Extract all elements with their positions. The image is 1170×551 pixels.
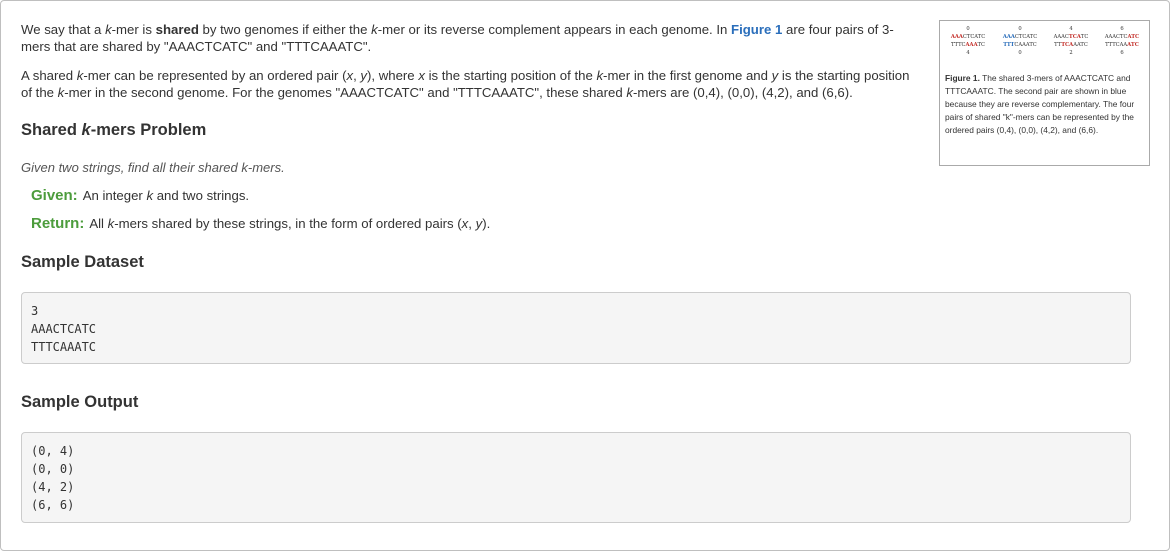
text: -mers Problem [90,121,207,139]
problem-panel: We say that a k-mer is shared by two gen… [0,0,1170,551]
seq-part: AAACTC [1104,34,1128,40]
text: by two genomes if either the [198,22,372,37]
bottom-sequence: TTTCAAATC [1047,41,1095,49]
code-line: (0, 4) [31,444,75,458]
seq-part: TTTCAA [1105,42,1128,48]
position-label: 0 [966,26,970,32]
return-line: Return: All k-mers shared by these string… [31,215,490,232]
kmer-pair-2: 0 AAACTCATC TTTCAAATC 0 [996,25,1044,57]
intro-paragraph-1: We say that a k-mer is shared by two gen… [21,21,921,55]
var-k: k [626,85,633,100]
top-sequence: AAACTCATC [1047,33,1095,41]
caption-label: Figure 1. [945,73,980,83]
seq-highlight: AAA [1002,34,1015,40]
kmer-pair-3: 4 AAACTCATC TTTCAAATC 2 [1047,25,1095,57]
problem-statement: Given two strings, find all their shared… [21,160,285,175]
text: Shared [21,121,82,139]
given-label: Given: [31,187,78,204]
text: -mer in the second genome. For the genom… [64,85,627,100]
seq-part: TC [977,42,986,48]
seq-highlight: ATC [1127,34,1140,40]
var-k: k [371,22,378,37]
position-label: 4 [966,50,970,56]
return-label: Return: [31,215,85,232]
bottom-sequence: TTTCAAATC [944,41,992,49]
sample-output-box[interactable]: (0, 4) (0, 0) (4, 2) (6, 6) [21,432,1131,523]
text: -mer can be represented by an ordered pa… [83,68,347,83]
seq-part: CAAATC [1014,42,1037,48]
seq-highlight: ATC [1127,42,1139,48]
seq-part: CTCATC [1014,34,1038,40]
kmer-pair-4: 6 AAACTCATC TTTCAAATC 6 [1098,25,1146,57]
code-line: (4, 2) [31,480,75,494]
text: -mer or its reverse complement appears i… [377,22,732,37]
position-label: 6 [1120,26,1124,32]
text: -mer in the first genome and [603,68,772,83]
position-label: 0 [1018,26,1022,32]
seq-part: TTTC [950,42,966,48]
seq-highlight: TTT [1003,42,1015,48]
text: All [89,216,108,231]
text: , [468,216,476,231]
seq-highlight: AAA [965,42,978,48]
text: is the starting position of the [424,68,597,83]
sample-output-title: Sample Output [21,393,139,411]
code-line: TTTCAAATC [31,340,97,354]
top-sequence: AAACTCATC [1098,33,1146,41]
intro-paragraph-2: A shared k -mer can be represented by an … [21,67,921,101]
position-label: 2 [1069,50,1073,56]
top-sequence: AAACTCATC [996,33,1044,41]
text: An integer [82,188,147,203]
text: and two strings. [153,188,250,203]
seq-part: TC [1080,34,1089,40]
seq-part: AAAC [1053,34,1069,40]
var-k: k [105,22,112,37]
text: A shared [21,68,77,83]
text: ), where [367,68,419,83]
code-line: (0, 0) [31,462,75,476]
code-line: 3 [31,304,39,318]
bottom-sequence: TTTCAAATC [1098,41,1146,49]
seq-part: AATC [1073,42,1088,48]
position-label: 0 [1018,50,1022,56]
text: ). [482,216,491,231]
seq-highlight: AAA [950,34,963,40]
position-label: 6 [1120,50,1124,56]
code-line: AAACTCATC [31,322,97,336]
figure-1: 0 AAACTCATC TTTCAAATC 4 0 AAACTCATC TTTC… [939,20,1150,166]
text: -mers are (0,4), (0,0), (4,2), and (6,6)… [632,85,853,100]
shared-term: shared [155,22,199,37]
var-y: y [360,68,367,83]
kmer-pair-1: 0 AAACTCATC TTTCAAATC 4 [944,25,992,57]
code-line: (6, 6) [31,498,75,512]
seq-highlight: TCA [1061,42,1074,48]
seq-highlight: TCA [1068,34,1081,40]
var-x: x [418,68,425,83]
seq-part: CTCATC [962,34,986,40]
var-k: k [81,121,91,139]
sample-dataset-title: Sample Dataset [21,253,144,271]
sample-dataset-box[interactable]: 3 AAACTCATC TTTCAAATC [21,292,1131,364]
position-label: 4 [1069,26,1073,32]
text: -mer is [111,22,156,37]
given-line: Given: An integer k and two strings. [31,187,249,204]
figure-1-link[interactable]: Figure 1 [731,22,782,37]
figure-1-illustration: 0 AAACTCATC TTTCAAATC 4 0 AAACTCATC TTTC… [944,25,1147,69]
text: We say that a [21,22,106,37]
figure-1-caption: Figure 1. The shared 3-mers of AAACTCATC… [945,72,1145,137]
text: -mers shared by these strings, in the fo… [114,216,462,231]
bottom-sequence: TTTCAAATC [996,41,1044,49]
problem-title: Shared k-mers Problem [21,121,206,140]
top-sequence: AAACTCATC [944,33,992,41]
